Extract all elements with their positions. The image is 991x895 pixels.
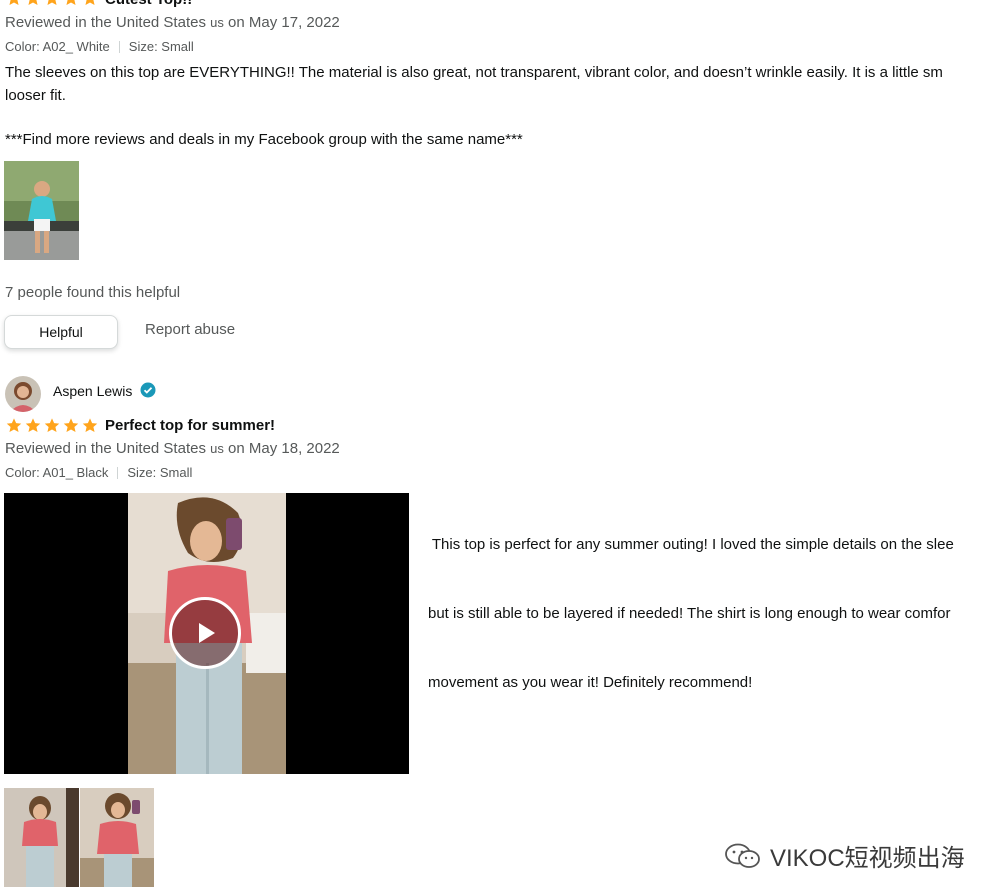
reviewer-name[interactable]: Aspen Lewis	[53, 383, 132, 399]
variant-size: Size: Small	[127, 465, 193, 480]
review1-date: Reviewed in the United States us on May …	[5, 14, 340, 31]
variant-color: Color: A01_ Black	[5, 465, 109, 480]
review1-body: The sleeves on this top are EVERYTHING!!…	[5, 64, 943, 148]
reviewer-avatar[interactable]	[5, 376, 41, 412]
report-abuse-link[interactable]: Report abuse	[145, 321, 235, 338]
review2-variant[interactable]: Color: A01_ Black Size: Small	[5, 465, 192, 480]
review2-photo-thumbnail[interactable]	[4, 788, 79, 887]
star-icon	[82, 418, 98, 433]
variant-color: Color: A02_ White	[5, 39, 110, 54]
review2-rating-stars	[5, 417, 99, 434]
star-icon	[85, 0, 95, 6]
review2-body: This top is perfect for any summer outin…	[428, 536, 954, 691]
divider	[118, 40, 120, 53]
variant-size: Size: Small	[128, 39, 194, 54]
review1-variant[interactable]: Color: A02_ White Size: Small	[5, 39, 194, 54]
watermark-text: VIKOC短视频出海	[770, 845, 965, 872]
star-icon	[25, 418, 41, 433]
review-video-player[interactable]	[4, 493, 409, 774]
watermark: VIKOC短视频出海	[724, 838, 965, 873]
review1-rating-stars	[5, 0, 99, 7]
wechat-icon	[725, 843, 760, 868]
star-icon	[28, 0, 38, 6]
star-icon	[6, 418, 22, 433]
review2-title[interactable]: Perfect top for summer!	[105, 417, 275, 434]
play-button[interactable]	[169, 597, 241, 669]
star-icon	[63, 418, 79, 433]
star-icon	[9, 0, 19, 6]
review1-helpful-count: 7 people found this helpful	[5, 284, 181, 301]
verified-badge-icon	[140, 382, 156, 398]
helpful-button[interactable]: Helpful	[4, 315, 118, 349]
review2-date: Reviewed in the United States us on May …	[5, 440, 340, 457]
divider	[117, 466, 119, 479]
review2-photo-thumbnail[interactable]	[80, 788, 154, 887]
review1-photo-thumbnail[interactable]	[4, 161, 79, 260]
star-icon	[44, 418, 60, 433]
play-icon	[199, 623, 215, 643]
star-icon	[47, 0, 57, 6]
review1-title[interactable]: Cutest Top!!	[105, 0, 192, 8]
star-icon	[66, 0, 76, 6]
